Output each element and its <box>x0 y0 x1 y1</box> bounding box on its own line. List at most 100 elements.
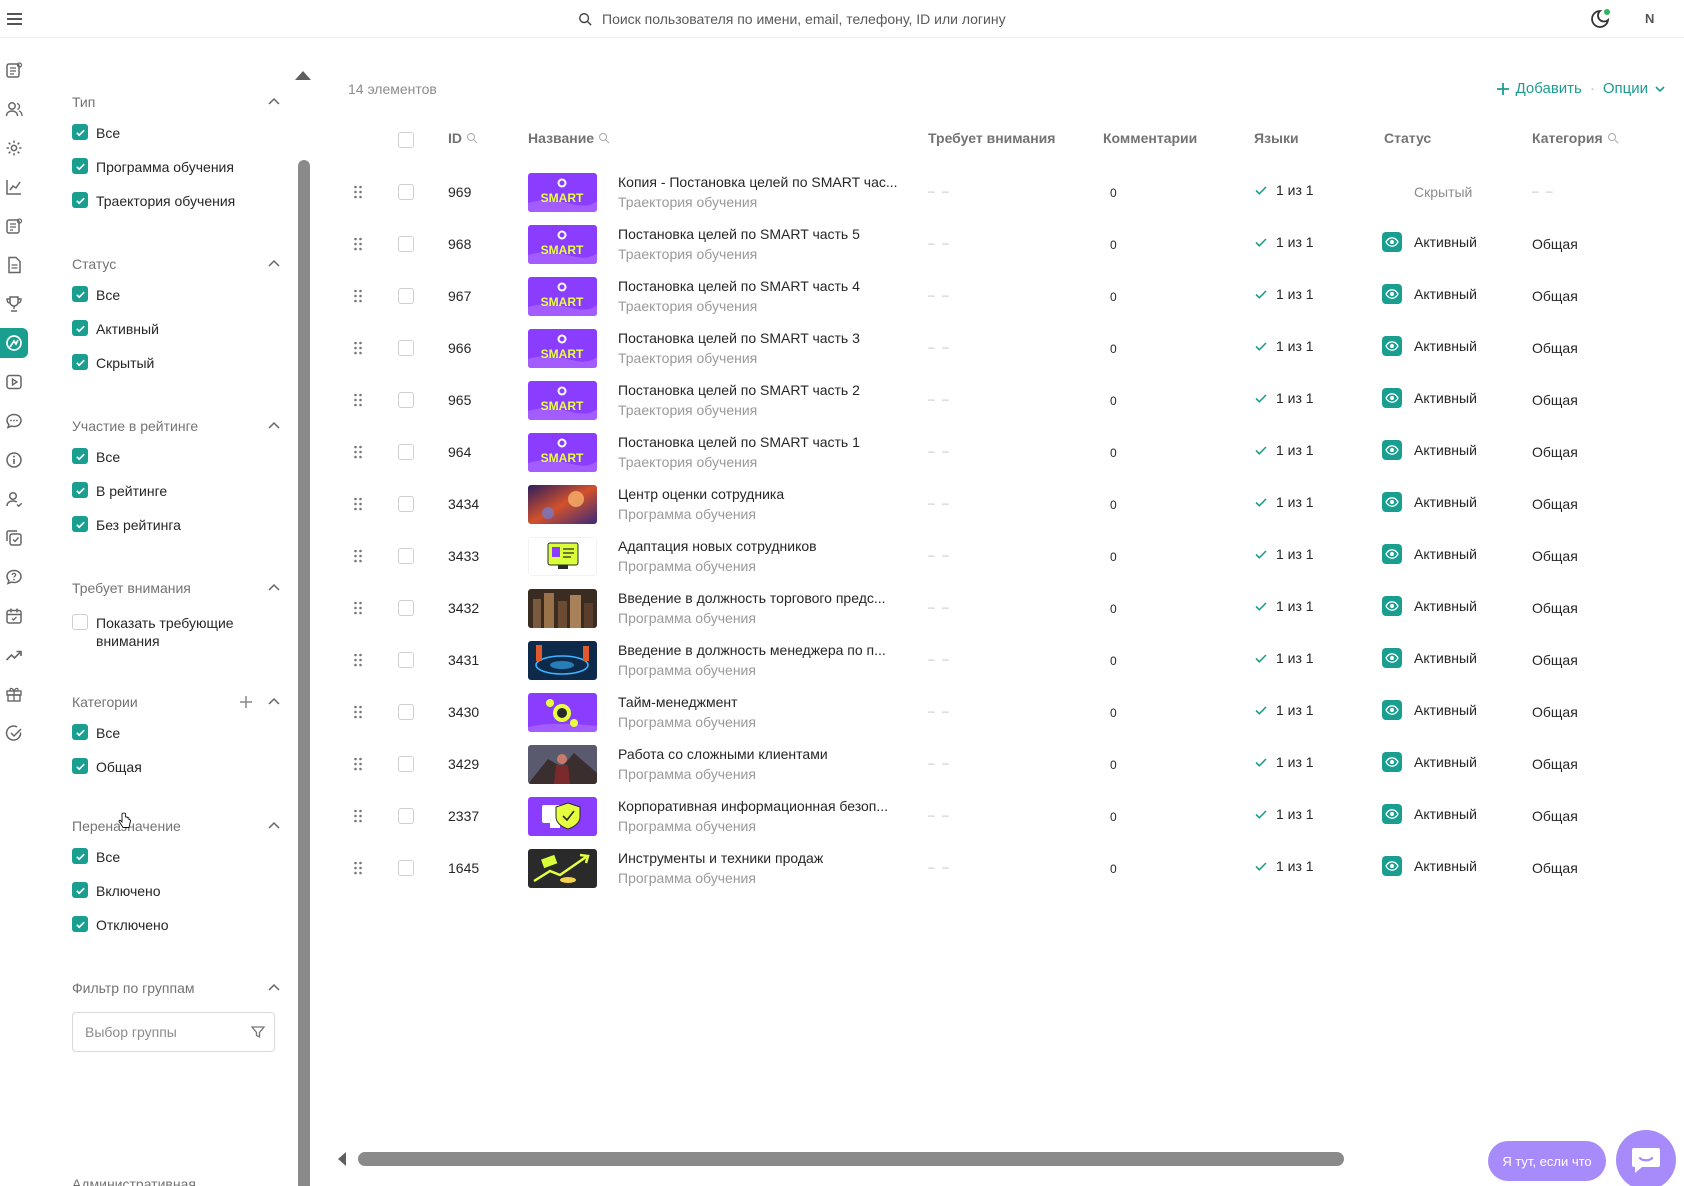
row-thumbnail[interactable]: SMART <box>528 225 597 264</box>
filter-option[interactable]: В рейтинге <box>72 482 282 500</box>
column-attention[interactable]: Требует внимания <box>928 130 1055 146</box>
filter-option[interactable]: Общая <box>72 758 282 776</box>
filter-option[interactable]: Все <box>72 124 282 142</box>
scroll-up-arrow[interactable] <box>295 71 311 80</box>
options-dropdown[interactable]: Опции <box>1603 80 1666 97</box>
drag-handle[interactable] <box>352 860 364 876</box>
row-title[interactable]: Работа со сложными клиентами <box>618 746 828 762</box>
row-checkbox[interactable] <box>398 496 414 512</box>
filter-option[interactable]: Все <box>72 286 282 304</box>
checkbox-checked[interactable] <box>72 758 88 774</box>
rail-info-icon[interactable] <box>1 446 27 474</box>
rail-video-icon[interactable] <box>1 368 27 396</box>
select-all-checkbox[interactable] <box>398 132 414 148</box>
visibility-toggle[interactable] <box>1382 440 1402 460</box>
filter-option[interactable]: Все <box>72 724 282 742</box>
visibility-toggle[interactable] <box>1382 596 1402 616</box>
checkbox-checked[interactable] <box>72 354 88 370</box>
row-checkbox[interactable] <box>398 184 414 200</box>
visibility-toggle[interactable] <box>1382 752 1402 772</box>
row-thumbnail[interactable]: SMART <box>528 277 597 316</box>
row-checkbox[interactable] <box>398 444 414 460</box>
checkbox-checked[interactable] <box>72 286 88 302</box>
drag-handle[interactable] <box>352 236 364 252</box>
user-search[interactable] <box>578 9 1138 29</box>
drag-handle[interactable] <box>352 444 364 460</box>
rail-learning-icon[interactable] <box>0 328 28 358</box>
table-row[interactable]: 967 SMART Постановка целей по SMART часть … <box>340 270 1670 322</box>
row-title[interactable]: Постановка целей по SMART часть 5 <box>618 226 860 242</box>
drag-handle[interactable] <box>352 756 364 772</box>
rail-analytics-icon[interactable] <box>1 173 27 201</box>
visibility-toggle[interactable] <box>1382 492 1402 512</box>
filter-option[interactable]: Показать требующие внимания <box>72 614 282 650</box>
column-id[interactable]: ID <box>448 130 478 146</box>
search-icon[interactable] <box>1607 132 1619 144</box>
drag-handle[interactable] <box>352 600 364 616</box>
rail-trophy-icon[interactable] <box>1 290 27 318</box>
row-title[interactable]: Центр оценки сотрудника <box>618 486 784 502</box>
drag-handle[interactable] <box>352 340 364 356</box>
row-checkbox[interactable] <box>398 860 414 876</box>
search-icon[interactable] <box>466 132 478 144</box>
table-row[interactable]: 3430 Тайм-менеджмент Программа обучения – –… <box>340 686 1670 738</box>
row-checkbox[interactable] <box>398 340 414 356</box>
chevron-up-icon[interactable] <box>266 980 282 996</box>
row-title[interactable]: Инструменты и техники продаж <box>618 850 823 866</box>
checkbox-checked[interactable] <box>72 516 88 532</box>
filter-option[interactable]: Активный <box>72 320 282 338</box>
help-pill-button[interactable]: Я тут, если что <box>1488 1141 1606 1181</box>
table-row[interactable]: 3431 Введение в должность менеджера по п.… <box>340 634 1670 686</box>
checkbox-checked[interactable] <box>72 320 88 336</box>
row-thumbnail[interactable] <box>528 849 597 888</box>
chevron-up-icon[interactable] <box>266 580 282 596</box>
row-title[interactable]: Введение в должность менеджера по п... <box>618 642 886 658</box>
drag-handle[interactable] <box>352 496 364 512</box>
table-row[interactable]: 969 SMART Копия - Постановка целей по SMAR… <box>340 166 1670 218</box>
row-title[interactable]: Постановка целей по SMART часть 1 <box>618 434 860 450</box>
filter-option[interactable]: Без рейтинга <box>72 516 282 534</box>
row-title[interactable]: Постановка целей по SMART часть 2 <box>618 382 860 398</box>
hamburger-menu-icon[interactable] <box>4 9 26 29</box>
drag-handle[interactable] <box>352 652 364 668</box>
filter-option[interactable]: Скрытый <box>72 354 282 372</box>
drag-handle[interactable] <box>352 808 364 824</box>
row-title[interactable]: Корпоративная информационная безоп... <box>618 798 888 814</box>
row-thumbnail[interactable] <box>528 485 597 524</box>
filter-option[interactable]: Отключено <box>72 916 282 934</box>
visibility-toggle[interactable] <box>1382 700 1402 720</box>
row-title[interactable]: Адаптация новых сотрудников <box>618 538 817 554</box>
drag-handle[interactable] <box>352 288 364 304</box>
row-checkbox[interactable] <box>398 704 414 720</box>
row-checkbox[interactable] <box>398 600 414 616</box>
row-thumbnail[interactable] <box>528 797 597 836</box>
row-title[interactable]: Постановка целей по SMART часть 3 <box>618 330 860 346</box>
vertical-scrollbar[interactable] <box>298 160 310 1186</box>
visibility-toggle[interactable] <box>1382 232 1402 252</box>
table-row[interactable]: 965 SMART Постановка целей по SMART часть … <box>340 374 1670 426</box>
table-row[interactable]: 3433 Адаптация новых сотрудников Программа… <box>340 530 1670 582</box>
row-checkbox[interactable] <box>398 652 414 668</box>
row-title[interactable]: Тайм-менеджмент <box>618 694 738 710</box>
row-checkbox[interactable] <box>398 808 414 824</box>
rail-chat-icon[interactable] <box>1 407 27 435</box>
checkbox[interactable] <box>72 614 88 630</box>
table-row[interactable]: 968 SMART Постановка целей по SMART часть … <box>340 218 1670 270</box>
checkbox-checked[interactable] <box>72 158 88 174</box>
row-thumbnail[interactable]: SMART <box>528 433 597 472</box>
chevron-up-icon[interactable] <box>266 94 282 110</box>
checkbox-checked[interactable] <box>72 724 88 740</box>
row-thumbnail[interactable] <box>528 693 597 732</box>
filter-option[interactable]: Все <box>72 848 282 866</box>
row-thumbnail[interactable] <box>528 745 597 784</box>
visibility-toggle[interactable] <box>1382 804 1402 824</box>
search-input[interactable] <box>602 11 1102 27</box>
drag-handle[interactable] <box>352 704 364 720</box>
row-checkbox[interactable] <box>398 288 414 304</box>
chevron-up-icon[interactable] <box>266 256 282 272</box>
search-icon[interactable] <box>598 132 610 144</box>
row-checkbox[interactable] <box>398 392 414 408</box>
chevron-up-icon[interactable] <box>266 418 282 434</box>
rail-calendar-icon[interactable] <box>1 602 27 630</box>
column-languages[interactable]: Языки <box>1254 130 1299 146</box>
